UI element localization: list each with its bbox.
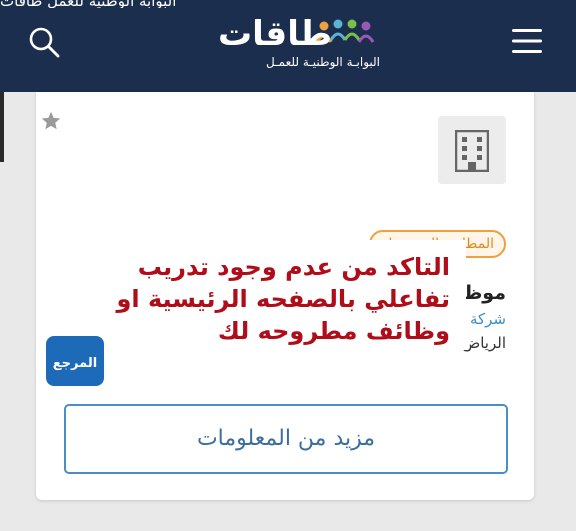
job-city: الرياض [462,334,506,352]
more-info-button[interactable]: مزيد من المعلومات [64,404,508,474]
star-icon [41,111,61,130]
watermark-text: المرجع [52,356,98,371]
logo-subtitle: البوابـة الوطنيـة للعمـل [266,55,380,69]
app-header: البوابة الوطنية للعمل طاقات طاقات البواب… [0,0,576,92]
building-icon [455,130,489,172]
taqat-logo[interactable]: طاقات البوابـة الوطنيـة للعمـل [190,12,380,72]
overlay-line-2: تفاعلي بالصفحه الرئيسية او [116,285,450,313]
menu-icon [512,29,542,53]
logo-title: طاقات [218,14,332,54]
left-edge-bar [0,92,4,162]
menu-button[interactable] [512,28,542,54]
overlay-line-3: وظائف مطروحه لك [217,317,450,345]
search-button[interactable] [26,24,62,60]
search-icon [29,27,60,58]
company-logo [438,116,506,184]
top-strip-text: البوابة الوطنية للعمل طاقات [0,0,576,8]
watermark-logo: المرجع [46,336,104,386]
job-title[interactable]: موظ [463,282,506,304]
overlay-note: التاكد من عدم وجود تدريب تفاعلي بالصفحه … [108,240,466,350]
favorite-button[interactable] [40,110,62,132]
overlay-line-1: التاكد من عدم وجود تدريب [137,253,450,281]
company-name[interactable]: شركة [470,310,506,328]
